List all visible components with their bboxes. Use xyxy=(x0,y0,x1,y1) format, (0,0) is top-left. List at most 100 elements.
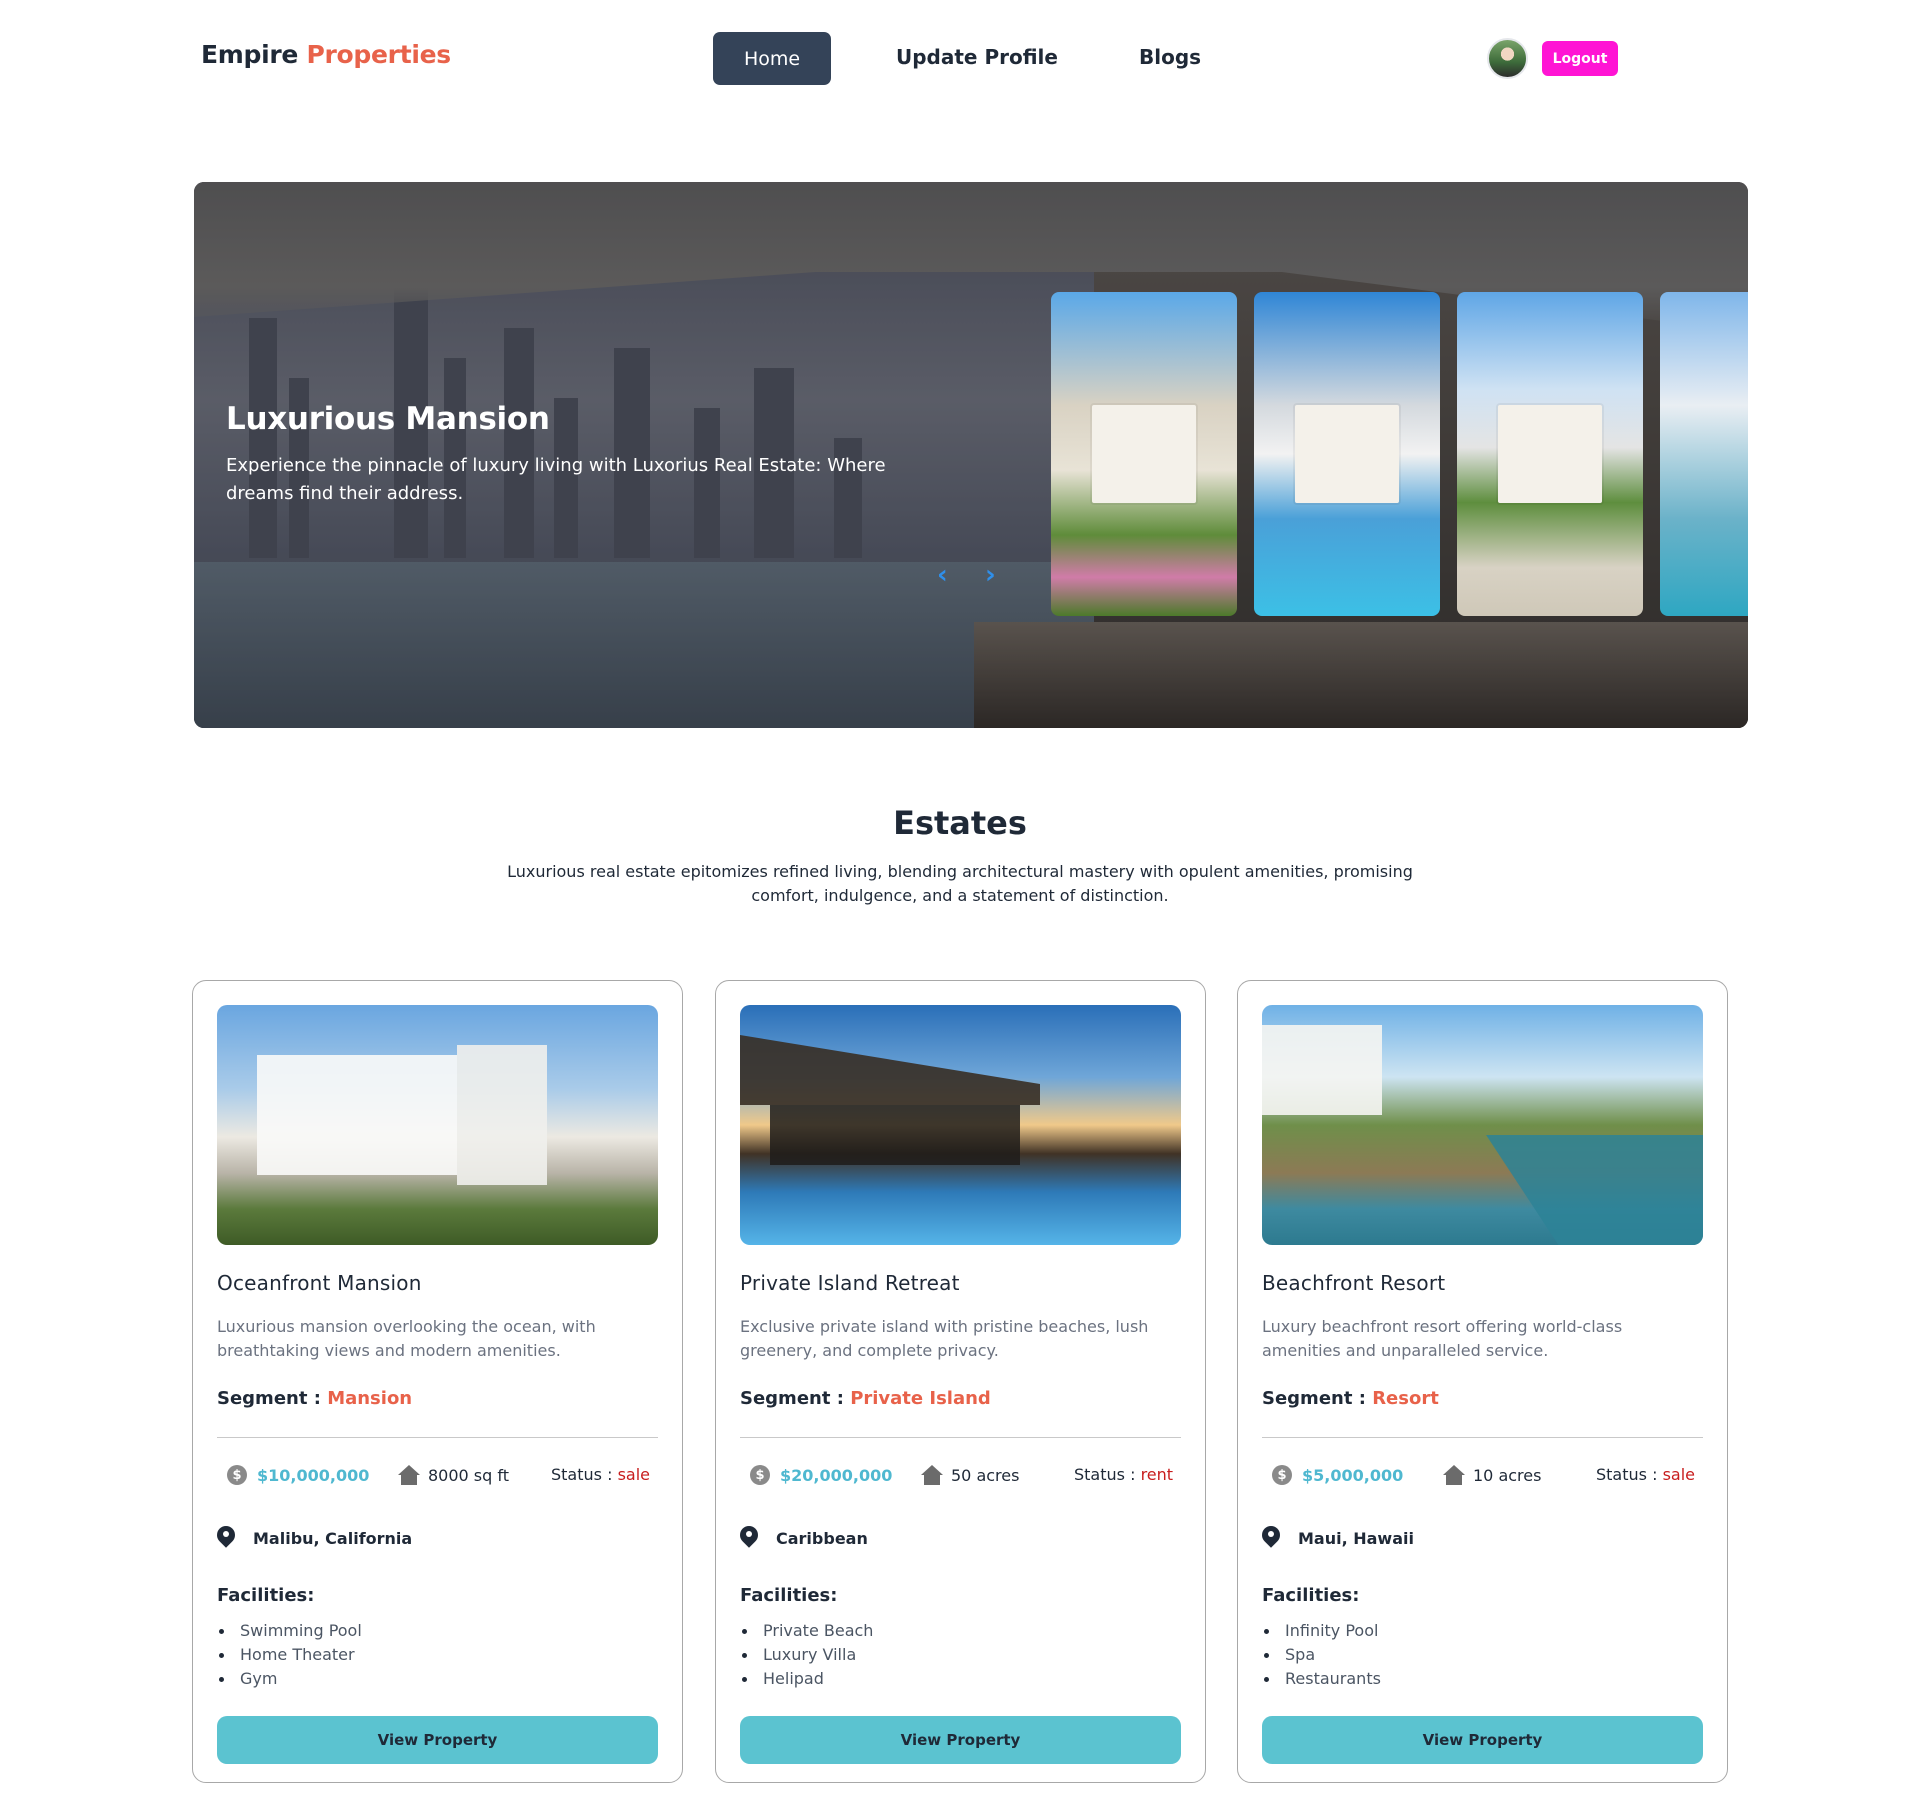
carousel-slide[interactable] xyxy=(1457,292,1643,616)
hero-title: Luxurious Mansion xyxy=(226,401,550,437)
estate-area: 8000 sq ft xyxy=(398,1465,509,1485)
chevron-left-icon[interactable]: ‹ xyxy=(937,560,948,590)
facility-item: Infinity Pool xyxy=(1262,1619,1381,1643)
estate-status: Status : rent xyxy=(1074,1465,1173,1484)
nav-update-profile-link[interactable]: Update Profile xyxy=(896,45,1058,69)
estate-card: Beachfront Resort Luxury beachfront reso… xyxy=(1237,980,1728,1783)
estate-description: Luxurious mansion overlooking the ocean,… xyxy=(217,1317,596,1360)
facilities-list: Swimming Pool Home Theater Gym xyxy=(217,1619,362,1691)
facilities-title: Facilities: xyxy=(1262,1585,1360,1606)
estate-location: Malibu, California xyxy=(217,1526,412,1550)
estate-description: Luxury beachfront resort offering world-… xyxy=(1262,1317,1623,1360)
status-label: Status : xyxy=(1596,1465,1658,1484)
location-text: Caribbean xyxy=(776,1528,868,1548)
estate-segment: Segment : Mansion xyxy=(217,1388,412,1409)
area-value: 10 acres xyxy=(1473,1465,1542,1485)
brand-logo[interactable]: Empire Properties xyxy=(201,40,451,69)
status-label: Status : xyxy=(1074,1465,1136,1484)
estate-segment: Segment : Resort xyxy=(1262,1388,1439,1409)
chevron-right-icon[interactable]: › xyxy=(985,560,996,590)
estate-title: Private Island Retreat xyxy=(740,1271,960,1295)
facility-item: Gym xyxy=(217,1667,362,1691)
estates-description: Luxurious real estate epitomizes refined… xyxy=(507,862,1413,905)
facility-item: Swimming Pool xyxy=(217,1619,362,1643)
estate-card: Oceanfront Mansion Luxurious mansion ove… xyxy=(192,980,683,1783)
card-divider xyxy=(1262,1437,1703,1438)
facilities-list: Private Beach Luxury Villa Helipad xyxy=(740,1619,873,1691)
price-value: $5,000,000 xyxy=(1302,1465,1404,1485)
status-label: Status : xyxy=(551,1465,613,1484)
facility-item: Luxury Villa xyxy=(740,1643,873,1667)
dollar-icon: $ xyxy=(227,1465,247,1485)
estate-price: $ $5,000,000 xyxy=(1272,1465,1403,1485)
estate-title: Oceanfront Mansion xyxy=(217,1271,422,1295)
hut-roof-shape xyxy=(740,1035,1040,1105)
status-value: sale xyxy=(617,1465,650,1484)
segment-label: Segment : xyxy=(740,1388,844,1409)
mansion-shape xyxy=(257,1055,457,1175)
estate-segment: Segment : Private Island xyxy=(740,1388,991,1409)
estates-title: Estates xyxy=(893,804,1027,842)
segment-value: Private Island xyxy=(850,1388,991,1409)
segment-label: Segment : xyxy=(217,1388,321,1409)
facility-item: Restaurants xyxy=(1262,1667,1381,1691)
slide-house-image xyxy=(1294,405,1400,503)
estate-location: Caribbean xyxy=(740,1526,868,1550)
hero-banner: Luxurious Mansion Experience the pinnacl… xyxy=(194,182,1748,728)
carousel-slide[interactable] xyxy=(1254,292,1440,616)
location-pin-icon xyxy=(740,1526,758,1550)
carousel-slide[interactable] xyxy=(1051,292,1237,616)
home-icon xyxy=(1443,1465,1465,1485)
segment-label: Segment : xyxy=(1262,1388,1366,1409)
resort-building-shape xyxy=(1262,1025,1382,1115)
hut-shape xyxy=(770,1105,1020,1165)
location-text: Malibu, California xyxy=(253,1528,413,1548)
estate-image xyxy=(740,1005,1181,1245)
estate-area: 10 acres xyxy=(1443,1465,1541,1485)
facility-item: Private Beach xyxy=(740,1619,873,1643)
estate-description: Exclusive private island with pristine b… xyxy=(740,1317,1149,1360)
estate-card: Private Island Retreat Exclusive private… xyxy=(715,980,1206,1783)
facility-item: Home Theater xyxy=(217,1643,362,1667)
avatar[interactable] xyxy=(1487,38,1528,79)
estate-price: $ $20,000,000 xyxy=(750,1465,892,1485)
segment-value: Resort xyxy=(1372,1388,1439,1409)
price-value: $10,000,000 xyxy=(257,1465,370,1485)
estate-status: Status : sale xyxy=(1596,1465,1695,1484)
estate-status: Status : sale xyxy=(551,1465,650,1484)
location-pin-icon xyxy=(217,1526,235,1550)
facility-item: Spa xyxy=(1262,1643,1381,1667)
estate-location: Maui, Hawaii xyxy=(1262,1526,1414,1550)
segment-value: Mansion xyxy=(327,1388,413,1409)
estate-image xyxy=(217,1005,658,1245)
slide-house-image xyxy=(1091,405,1197,503)
facilities-list: Infinity Pool Spa Restaurants xyxy=(1262,1619,1381,1691)
location-pin-icon xyxy=(1262,1526,1280,1550)
facility-item: Helipad xyxy=(740,1667,873,1691)
estate-title: Beachfront Resort xyxy=(1262,1271,1446,1295)
nav-blogs-link[interactable]: Blogs xyxy=(1139,45,1201,69)
card-divider xyxy=(740,1437,1181,1438)
hero-description: Experience the pinnacle of luxury living… xyxy=(226,455,886,504)
estate-image xyxy=(1262,1005,1703,1245)
nav-home-link[interactable]: Home xyxy=(713,32,831,85)
dollar-icon: $ xyxy=(1272,1465,1292,1485)
carousel-slide[interactable] xyxy=(1660,292,1748,616)
card-divider xyxy=(217,1437,658,1438)
status-value: sale xyxy=(1662,1465,1695,1484)
logout-button[interactable]: Logout xyxy=(1542,41,1618,76)
status-value: rent xyxy=(1140,1465,1174,1484)
slide-house-image xyxy=(1497,405,1603,503)
view-property-button[interactable]: View Property xyxy=(740,1716,1181,1764)
brand-main: Empire xyxy=(201,40,299,69)
home-icon xyxy=(921,1465,943,1485)
brand-accent: Properties xyxy=(306,40,451,69)
price-value: $20,000,000 xyxy=(780,1465,893,1485)
view-property-button[interactable]: View Property xyxy=(217,1716,658,1764)
estate-area: 50 acres xyxy=(921,1465,1019,1485)
pool-shape xyxy=(1486,1135,1703,1245)
facilities-title: Facilities: xyxy=(217,1585,315,1606)
view-property-button[interactable]: View Property xyxy=(1262,1716,1703,1764)
area-value: 8000 sq ft xyxy=(428,1465,510,1485)
location-text: Maui, Hawaii xyxy=(1298,1528,1414,1548)
